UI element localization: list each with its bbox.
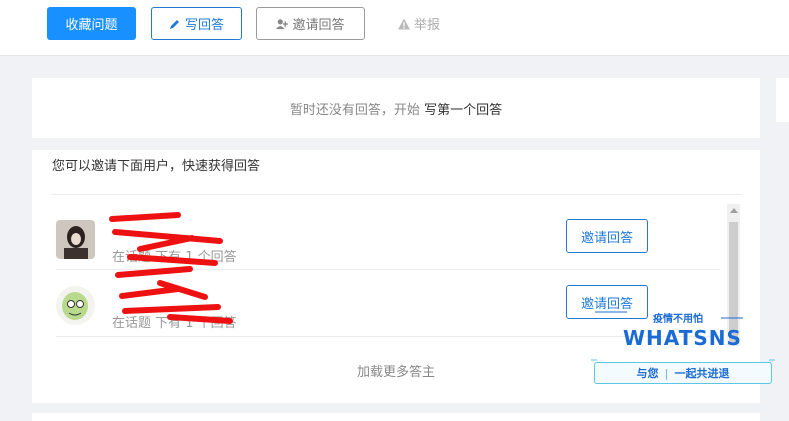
promo-brand-logo: WHATSNS bbox=[623, 326, 742, 350]
slogan-separator: | bbox=[664, 366, 669, 380]
scroll-up-arrow-icon[interactable] bbox=[730, 208, 738, 213]
empty-answers-message: 暂时还没有回答，开始 写第一个回答 bbox=[32, 99, 760, 118]
report-link[interactable]: 举报 bbox=[384, 7, 454, 40]
divider bbox=[52, 194, 742, 195]
write-answer-button[interactable]: 写回答 bbox=[151, 7, 242, 40]
avatar[interactable] bbox=[56, 286, 95, 325]
favorite-question-button[interactable]: 收藏问题 bbox=[47, 7, 136, 40]
promo-slogan-left: 与您 bbox=[636, 367, 659, 380]
promo-tagline: 疫情不用怕 bbox=[653, 314, 703, 325]
write-first-answer-link[interactable]: 写第一个回答 bbox=[424, 103, 502, 118]
promo-slogan-right: 一起共进退 bbox=[674, 367, 730, 380]
next-card bbox=[32, 413, 760, 421]
promo-slogan: 与您 | 一起共进退 bbox=[594, 362, 772, 384]
write-answer-label: 写回答 bbox=[184, 18, 224, 33]
invite-answer-label: 邀请回答 bbox=[292, 18, 345, 33]
add-user-icon bbox=[276, 18, 289, 30]
pencil-icon bbox=[169, 18, 181, 30]
redaction-scribble bbox=[109, 212, 233, 324]
promo-badge[interactable]: 疫情不用怕 WHATSNS 与您 | 一起共进退 bbox=[591, 306, 775, 388]
empty-answers-card: 暂时还没有回答，开始 写第一个回答 bbox=[32, 78, 760, 138]
warning-icon bbox=[397, 17, 410, 30]
empty-answers-text: 暂时还没有回答，开始 bbox=[289, 103, 420, 118]
invite-title: 您可以邀请下面用户，快速获得回答 bbox=[52, 159, 261, 174]
avatar[interactable] bbox=[56, 220, 95, 259]
favorite-question-label: 收藏问题 bbox=[65, 18, 118, 33]
top-toolbar: 收藏问题 写回答 邀请回答 举报 bbox=[0, 0, 789, 56]
invite-user-button[interactable]: 邀请回答 bbox=[566, 219, 648, 253]
report-label: 举报 bbox=[413, 18, 440, 33]
invite-answer-button[interactable]: 邀请回答 bbox=[256, 7, 365, 40]
side-panel-edge bbox=[776, 78, 789, 122]
